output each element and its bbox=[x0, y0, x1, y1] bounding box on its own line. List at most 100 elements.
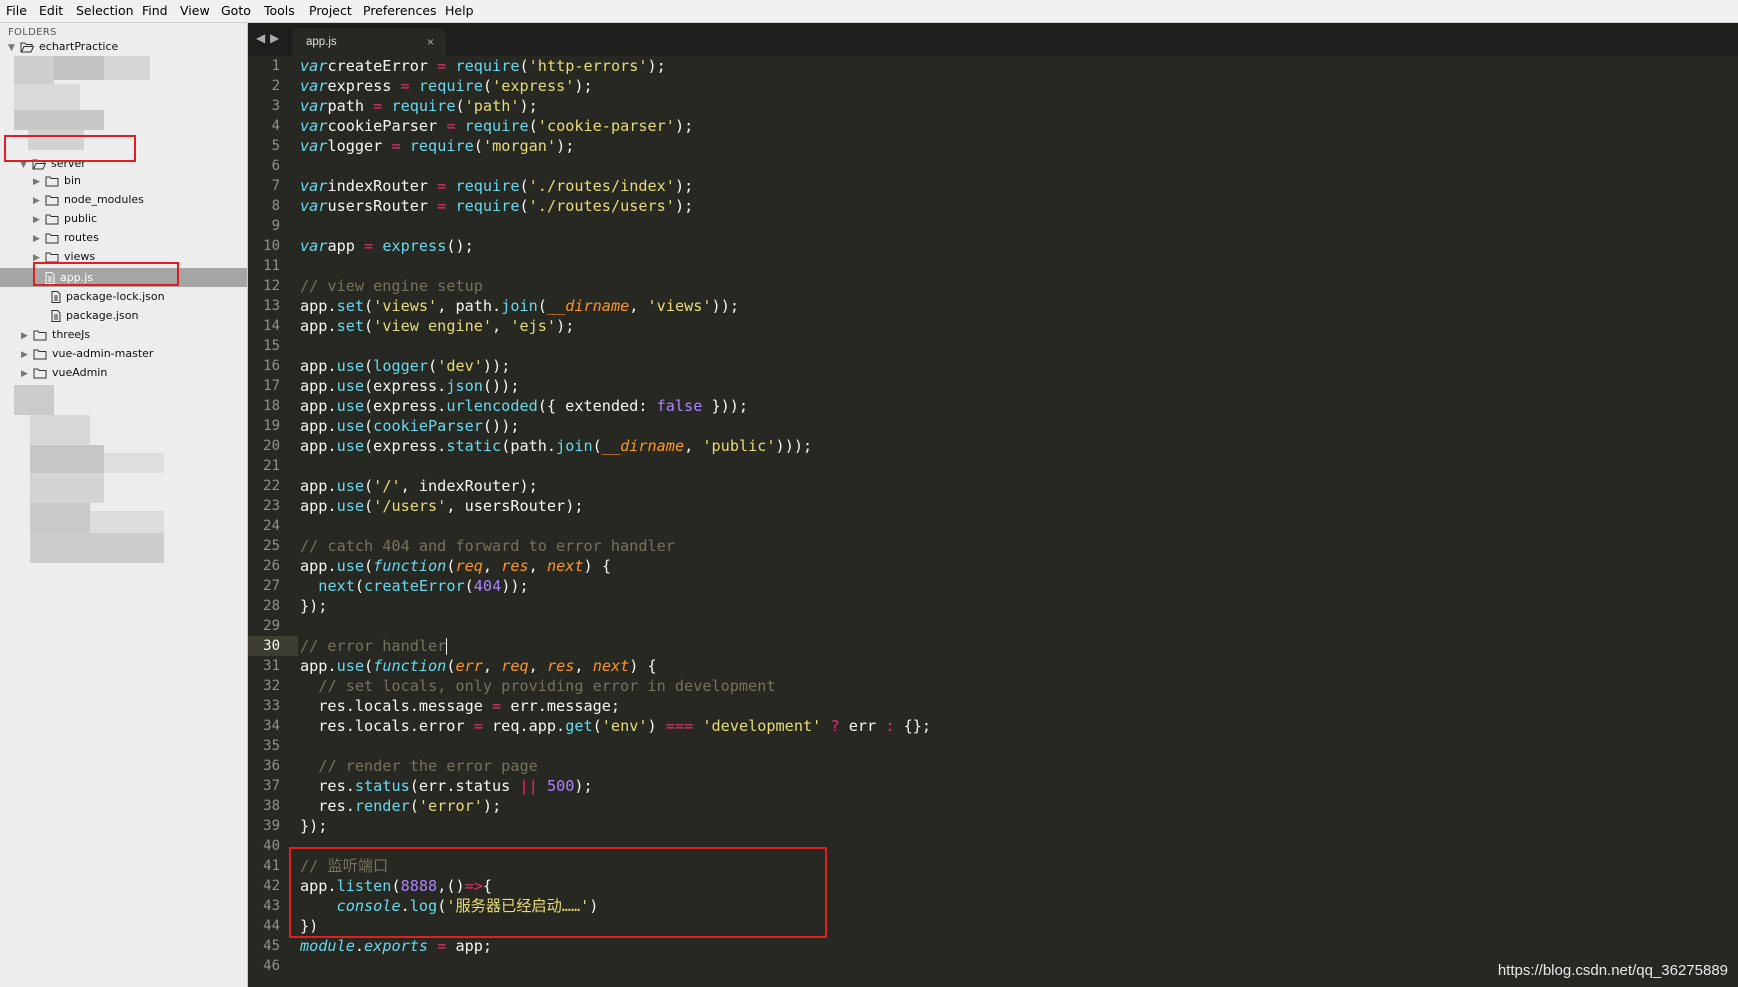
menu-item-find[interactable]: Find bbox=[142, 3, 168, 18]
code-token: 500 bbox=[546, 777, 575, 795]
code-line[interactable]: // view engine setup bbox=[300, 276, 931, 296]
nav-back-icon[interactable]: ◀ bbox=[256, 31, 265, 45]
menu-item-goto[interactable]: Goto bbox=[221, 3, 251, 18]
code-line[interactable]: varapp = express(); bbox=[300, 236, 931, 256]
code-token: , usersRouter); bbox=[446, 497, 584, 515]
sidebar: FOLDERS ▼ echartPractice ▼ server ▶ bin ▶ no… bbox=[0, 23, 248, 987]
tree-folder-views[interactable]: ▶ views bbox=[33, 247, 95, 266]
code-token: app. bbox=[300, 877, 337, 895]
menu-item-file[interactable]: File bbox=[6, 3, 27, 18]
code-line[interactable]: // 监听端口 bbox=[300, 856, 931, 876]
tree-folder-bin[interactable]: ▶ bin bbox=[33, 171, 81, 190]
code-token: = bbox=[473, 717, 483, 735]
code-line[interactable]: app.use(function(err, req, res, next) { bbox=[300, 656, 931, 676]
tree-folder-public[interactable]: ▶ public bbox=[33, 209, 97, 228]
code-line[interactable]: varexpress = require('express'); bbox=[300, 76, 931, 96]
code-line[interactable]: varindexRouter = require('./routes/index… bbox=[300, 176, 931, 196]
menu-item-view[interactable]: View bbox=[180, 3, 210, 18]
code-line[interactable]: app.use(express.static(path.join(__dirna… bbox=[300, 436, 931, 456]
code-line[interactable]: app.use('/', indexRouter); bbox=[300, 476, 931, 496]
menu-item-tools[interactable]: Tools bbox=[264, 3, 295, 18]
nav-forward-icon[interactable]: ▶ bbox=[270, 31, 279, 45]
menu-item-preferences[interactable]: Preferences bbox=[363, 3, 437, 18]
tree-folder-vueadmin[interactable]: ▶ vueAdmin bbox=[21, 363, 107, 382]
code-line[interactable]: app.set('views', path.join(__dirname, 'v… bbox=[300, 296, 931, 316]
tree-folder-threejs[interactable]: ▶ threeJs bbox=[21, 325, 90, 344]
code-line[interactable]: app.use(express.urlencoded({ extended: f… bbox=[300, 396, 931, 416]
tree-root-echartpractice[interactable]: ▼ echartPractice bbox=[8, 37, 118, 56]
code-line[interactable]: app.use(express.json()); bbox=[300, 376, 931, 396]
line-number: 1 bbox=[271, 58, 280, 74]
tree-file-package-lock[interactable]: package-lock.json bbox=[51, 287, 165, 306]
code-token: require bbox=[455, 177, 520, 195]
code-line[interactable] bbox=[300, 256, 931, 276]
code-line[interactable]: varcookieParser = require('cookie-parser… bbox=[300, 116, 931, 136]
code-line[interactable]: res.locals.message = err.message; bbox=[300, 696, 931, 716]
code-line[interactable]: app.set('view engine', 'ejs'); bbox=[300, 316, 931, 336]
code-token: var bbox=[300, 77, 328, 95]
code-line[interactable] bbox=[300, 156, 931, 176]
code-line[interactable]: varpath = require('path'); bbox=[300, 96, 931, 116]
code-token: './routes/index' bbox=[528, 177, 675, 195]
code-line[interactable]: varcreateError = require('http-errors'); bbox=[300, 56, 931, 76]
code-line[interactable]: res.locals.error = req.app.get('env') ==… bbox=[300, 716, 931, 736]
code-line[interactable]: // error handler bbox=[300, 636, 931, 656]
code-line[interactable]: // catch 404 and forward to error handle… bbox=[300, 536, 931, 556]
code-line[interactable]: }); bbox=[300, 596, 931, 616]
code-line[interactable] bbox=[300, 836, 931, 856]
code-line[interactable] bbox=[300, 216, 931, 236]
code-token: ( bbox=[364, 657, 374, 675]
code-line[interactable] bbox=[300, 616, 931, 636]
tree-folder-node-modules[interactable]: ▶ node_modules bbox=[33, 190, 144, 209]
menu-item-help[interactable]: Help bbox=[445, 3, 474, 18]
code-token: ( bbox=[391, 877, 401, 895]
code-line[interactable]: varusersRouter = require('./routes/users… bbox=[300, 196, 931, 216]
code-token: (path. bbox=[501, 437, 557, 455]
code-token: ( bbox=[364, 417, 374, 435]
code-line[interactable]: res.status(err.status || 500); bbox=[300, 776, 931, 796]
collapsed-arrow-icon[interactable]: ▶ bbox=[21, 365, 33, 384]
collapsed-arrow-icon[interactable]: ▶ bbox=[33, 249, 45, 268]
code-token: ); bbox=[647, 57, 666, 75]
code-line[interactable]: next(createError(404)); bbox=[300, 576, 931, 596]
close-icon[interactable]: × bbox=[427, 35, 434, 49]
code-line[interactable]: app.use(logger('dev')); bbox=[300, 356, 931, 376]
code-line[interactable]: res.render('error'); bbox=[300, 796, 931, 816]
code-line[interactable]: }) bbox=[300, 916, 931, 936]
code-line[interactable]: app.use('/users', usersRouter); bbox=[300, 496, 931, 516]
code-token: ( bbox=[473, 137, 483, 155]
code-line[interactable]: app.use(function(req, res, next) { bbox=[300, 556, 931, 576]
code-line[interactable]: console.log('服务器已经启动……') bbox=[300, 896, 931, 916]
code-line[interactable] bbox=[300, 956, 931, 976]
line-number: 10 bbox=[263, 238, 280, 254]
code-line[interactable] bbox=[300, 736, 931, 756]
code-line[interactable] bbox=[300, 456, 931, 476]
code-line[interactable]: // set locals, only providing error in d… bbox=[300, 676, 931, 696]
code-line[interactable]: app.use(cookieParser()); bbox=[300, 416, 931, 436]
code-token: path bbox=[327, 97, 374, 115]
code-line[interactable]: app.listen(8888,()=>{ bbox=[300, 876, 931, 896]
menu-item-selection[interactable]: Selection bbox=[76, 3, 134, 18]
tree-folder-routes[interactable]: ▶ routes bbox=[33, 228, 99, 247]
code-token: require bbox=[455, 197, 520, 215]
tree-file-app-js[interactable]: app.js bbox=[45, 268, 93, 287]
expand-arrow-icon[interactable]: ▼ bbox=[20, 156, 32, 175]
code-token: 'views' bbox=[373, 297, 438, 315]
code-editor[interactable]: varcreateError = require('http-errors');… bbox=[300, 56, 931, 976]
code-line[interactable]: }); bbox=[300, 816, 931, 836]
code-line[interactable]: module.exports = app; bbox=[300, 936, 931, 956]
tree-file-package-json[interactable]: package.json bbox=[51, 306, 138, 325]
tree-folder-vue-admin-master[interactable]: ▶ vue-admin-master bbox=[21, 344, 153, 363]
code-line[interactable]: varlogger = require('morgan'); bbox=[300, 136, 931, 156]
code-token: , indexRouter); bbox=[400, 477, 538, 495]
code-line[interactable]: // render the error page bbox=[300, 756, 931, 776]
code-token: res.locals.message bbox=[300, 697, 493, 715]
menu-item-project[interactable]: Project bbox=[309, 3, 352, 18]
code-token: }); bbox=[300, 597, 328, 615]
menu-item-edit[interactable]: Edit bbox=[39, 3, 63, 18]
tab-app-js[interactable]: app.js × bbox=[292, 28, 446, 56]
code-line[interactable] bbox=[300, 516, 931, 536]
code-line[interactable] bbox=[300, 336, 931, 356]
code-token: use bbox=[336, 557, 365, 575]
